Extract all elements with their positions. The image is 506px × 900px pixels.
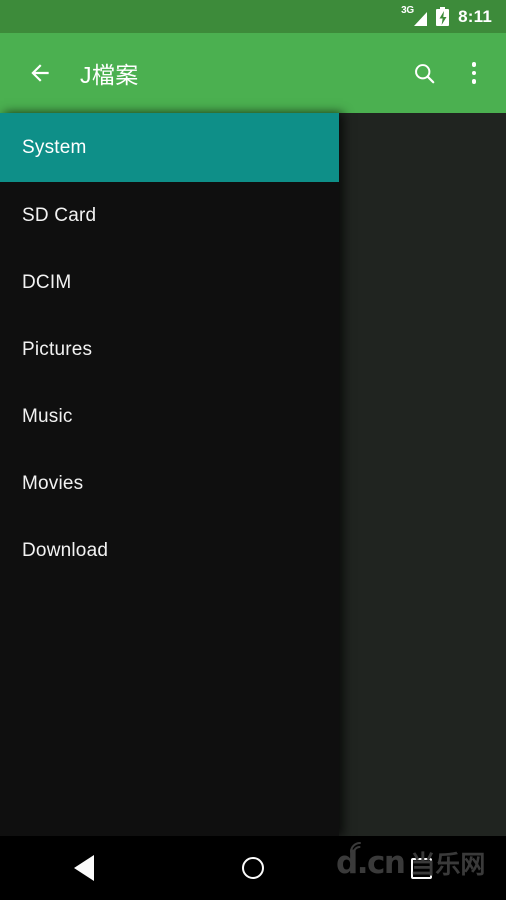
system-navigation-bar (0, 836, 506, 900)
charging-bolt-icon (439, 10, 447, 25)
sidebar-item-label: Music (22, 405, 73, 427)
sidebar-item-music[interactable]: Music (0, 383, 339, 450)
status-bar-clock: 8:11 (458, 6, 492, 26)
sidebar-item-label: System (22, 136, 87, 158)
signal-triangle-icon: 3G (401, 4, 428, 27)
nav-home-circle-icon (242, 857, 264, 879)
network-type-label: 3G (401, 4, 414, 16)
sidebar-item-movies[interactable]: Movies (0, 450, 339, 517)
sidebar-item-label: Download (22, 539, 109, 561)
nav-recents-button[interactable] (337, 836, 506, 900)
sidebar-item-pictures[interactable]: Pictures (0, 316, 339, 383)
nav-back-triangle-icon (74, 855, 95, 881)
sidebar-item-label: DCIM (22, 271, 72, 293)
phone-screen: 3G 8:11 J檔案 System SD Card DCIM Pictures… (0, 0, 506, 900)
sidebar-item-label: SD Card (22, 204, 97, 226)
search-icon (414, 63, 434, 83)
app-bar: J檔案 (0, 33, 506, 113)
navigation-drawer: System SD Card DCIM Pictures Music Movie… (0, 113, 339, 836)
arrow-back-icon (31, 64, 49, 82)
battery-charging-icon (436, 7, 450, 26)
sidebar-item-dcim[interactable]: DCIM (0, 249, 339, 316)
sidebar-item-download[interactable]: Download (0, 517, 339, 584)
sidebar-item-label: Pictures (22, 338, 93, 360)
back-button[interactable] (12, 45, 68, 101)
status-bar: 3G 8:11 (0, 0, 506, 33)
nav-recents-square-icon (411, 857, 433, 879)
overflow-menu-button[interactable] (450, 45, 498, 101)
more-vert-icon (471, 62, 477, 84)
sidebar-item-sd-card[interactable]: SD Card (0, 182, 339, 249)
signal-bars (414, 11, 428, 26)
nav-back-button[interactable] (0, 836, 169, 900)
page-title: J檔案 (80, 62, 139, 88)
sidebar-item-system[interactable]: System (0, 113, 339, 182)
search-button[interactable] (398, 45, 450, 101)
nav-home-button[interactable] (169, 836, 338, 900)
sidebar-item-label: Movies (22, 472, 84, 494)
status-bar-icons: 3G 8:11 (401, 4, 492, 27)
drawer-list: System SD Card DCIM Pictures Music Movie… (0, 113, 339, 584)
